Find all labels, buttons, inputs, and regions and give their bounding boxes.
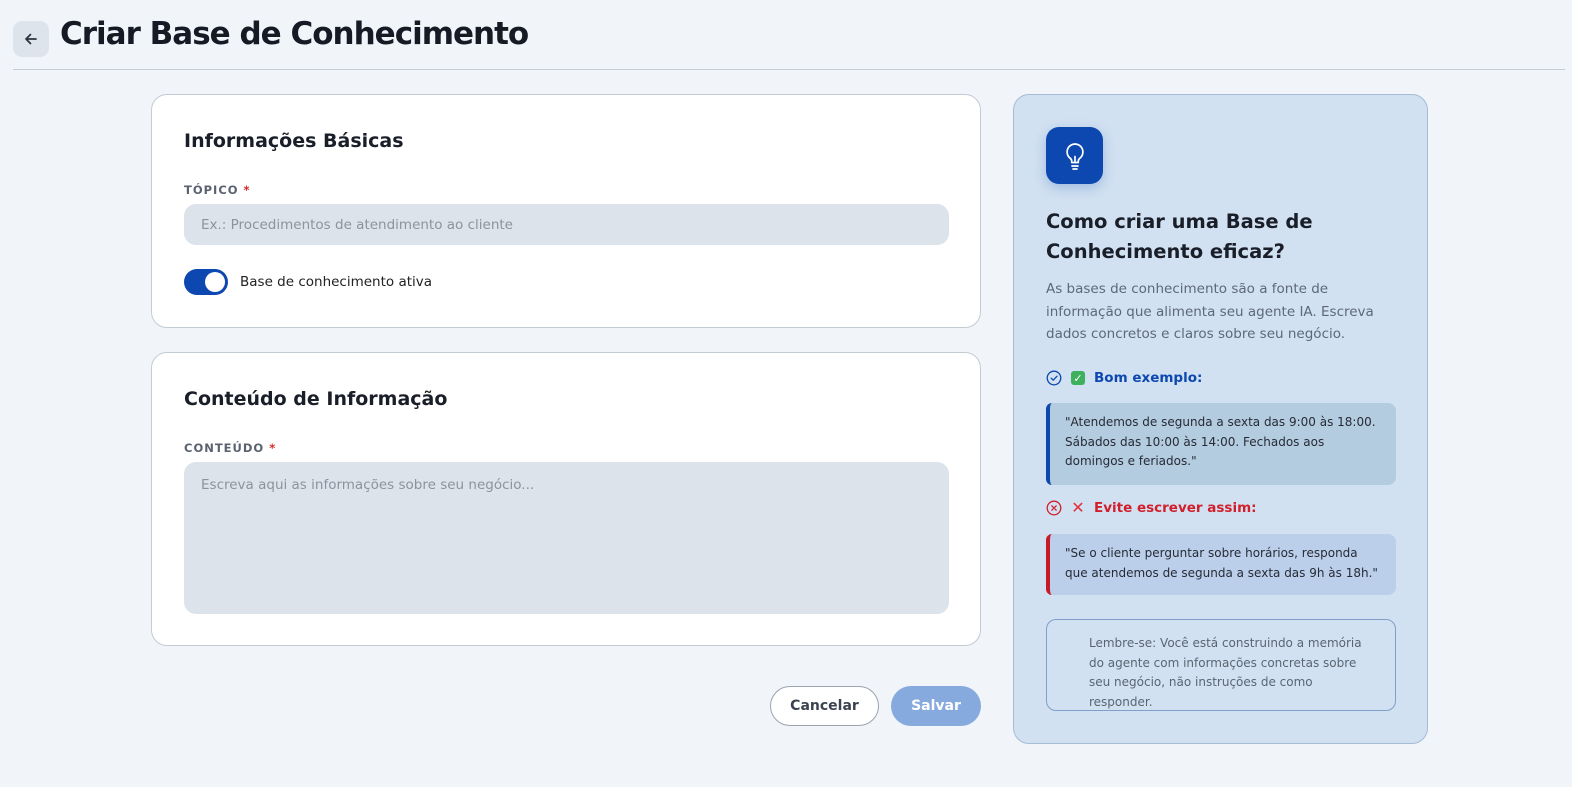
bad-example-heading: ✕ Evite escrever assim:	[1046, 500, 1257, 516]
lightbulb-icon	[1065, 142, 1084, 170]
good-example-heading: ✓ Bom exemplo:	[1046, 370, 1202, 386]
content-title: Conteúdo de Informação	[184, 388, 448, 410]
active-toggle-label: Base de conhecimento ativa	[240, 274, 433, 290]
content-label-text: CONTEÚDO	[184, 441, 265, 455]
required-mark: *	[243, 183, 251, 197]
content-card: Conteúdo de Informação CONTEÚDO *	[151, 352, 981, 646]
arrow-left-icon	[25, 33, 37, 45]
cross-mark-emoji-icon: ✕	[1071, 498, 1085, 517]
cancel-button[interactable]: Cancelar	[770, 686, 879, 726]
basic-info-card: Informações Básicas TÓPICO * Base de conh…	[151, 94, 981, 328]
tips-title: Como criar uma Base de Conhecimento efic…	[1046, 210, 1313, 263]
check-mark-emoji-icon: ✓	[1071, 371, 1085, 385]
check-circle-icon	[1046, 370, 1062, 386]
topic-input[interactable]	[184, 204, 949, 245]
lightbulb-badge	[1046, 127, 1103, 184]
bad-example-label: Evite escrever assim:	[1094, 500, 1257, 516]
good-example-quote: "Atendemos de segunda a sexta das 9:00 à…	[1046, 403, 1396, 485]
active-toggle[interactable]	[184, 269, 228, 295]
page-title: Criar Base de Conhecimento	[60, 16, 529, 52]
content-label: CONTEÚDO *	[184, 441, 276, 455]
bad-example-quote: "Se o cliente perguntar sobre horários, …	[1046, 534, 1396, 595]
x-circle-icon	[1046, 500, 1062, 516]
topic-label-text: TÓPICO	[184, 183, 239, 197]
save-button[interactable]: Salvar	[891, 686, 981, 726]
toggle-knob	[205, 272, 225, 292]
tips-description: As bases de conhecimento são a fonte de …	[1046, 281, 1374, 342]
content-textarea[interactable]	[184, 462, 949, 614]
required-mark: *	[269, 441, 277, 455]
basic-info-title: Informações Básicas	[184, 130, 404, 152]
reminder-box: Lembre-se: Você está construindo a memór…	[1046, 619, 1396, 711]
back-button[interactable]	[13, 21, 49, 57]
page-header: Criar Base de Conhecimento	[13, 0, 1565, 70]
tips-panel: Como criar uma Base de Conhecimento efic…	[1013, 94, 1428, 744]
good-example-label: Bom exemplo:	[1094, 370, 1203, 386]
topic-label: TÓPICO *	[184, 183, 251, 197]
